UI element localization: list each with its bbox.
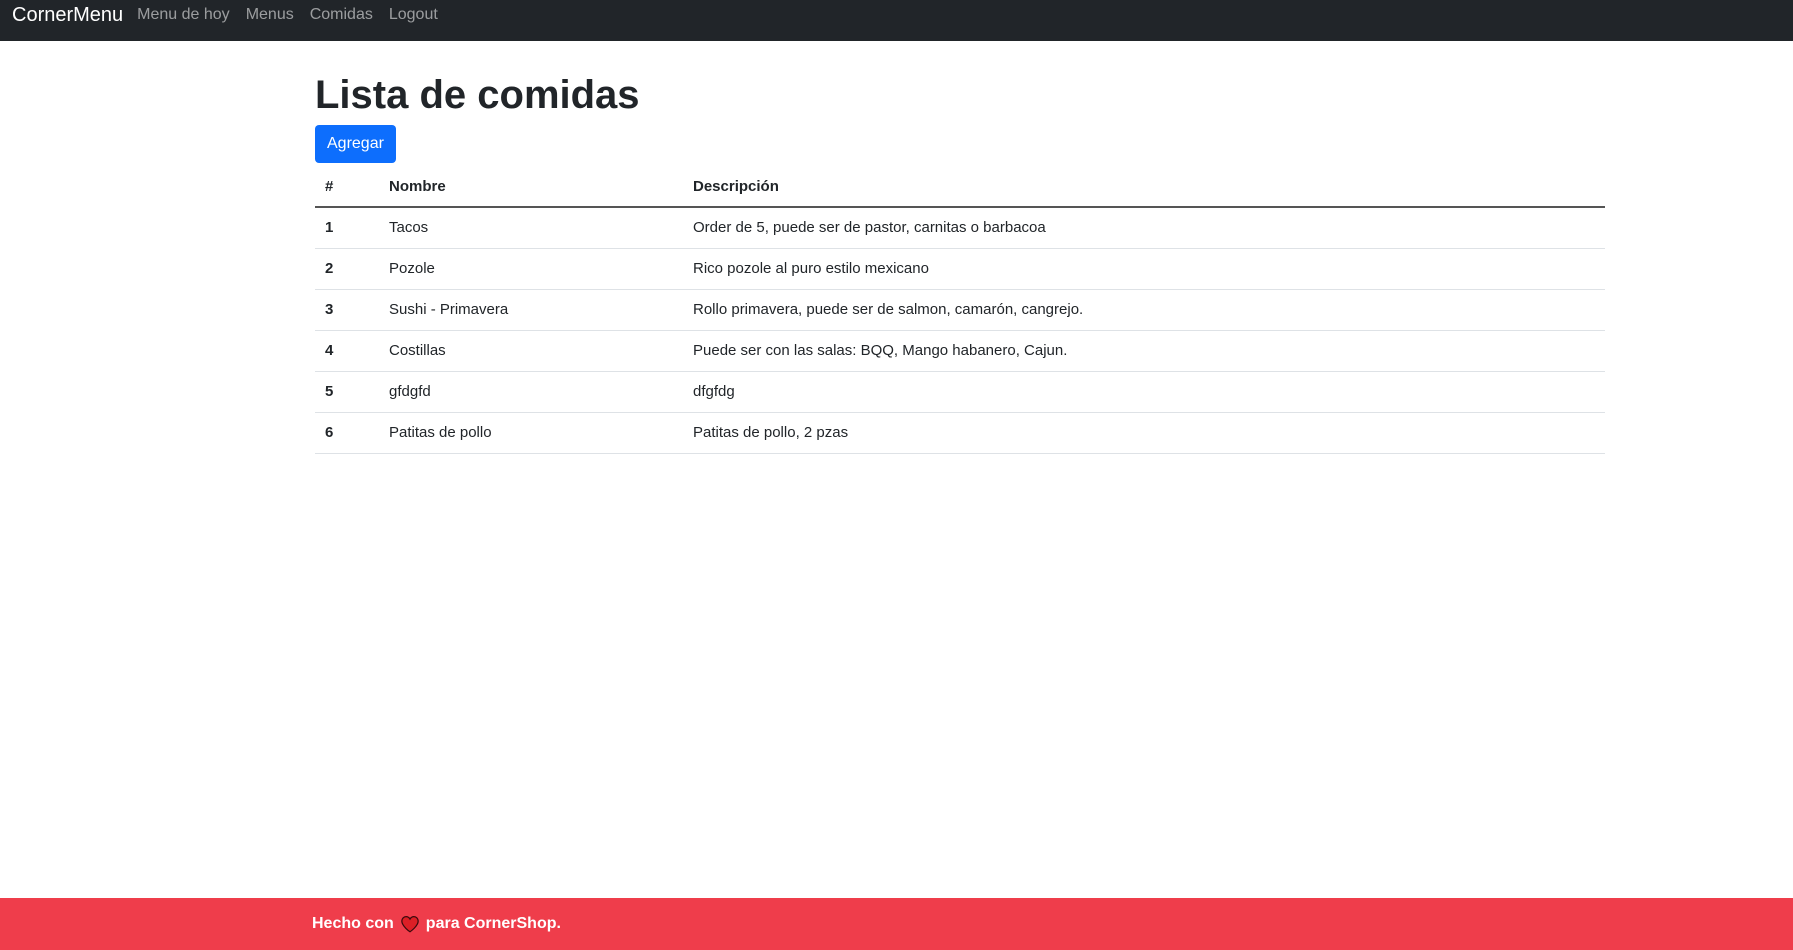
food-name: Pozole [379,248,683,290]
food-name: Patitas de pollo [379,412,683,454]
food-name: Costillas [379,330,683,372]
add-button[interactable]: Agregar [315,125,396,163]
row-number: 5 [315,371,379,413]
row-number: 1 [315,207,379,249]
top-navbar: CornerMenu Menu de hoy Menus Comidas Log… [0,0,1793,41]
food-name: gfdgfd [379,371,683,413]
food-name: Sushi - Primavera [379,289,683,331]
footer: Hecho con para CornerShop. [0,898,1793,950]
heart-icon [401,916,419,933]
main-content: Lista de comidas Agregar # Nombre Descri… [315,41,1605,454]
page-title: Lista de comidas [315,73,640,117]
row-number: 6 [315,412,379,454]
food-description: Rollo primavera, puede ser de salmon, ca… [683,289,1605,331]
row-number: 2 [315,248,379,290]
column-header-number: # [315,167,379,208]
footer-text-before: Hecho con [312,915,394,932]
foods-table: # Nombre Descripción 1 Tacos Order de 5,… [315,167,1605,454]
nav-link-comidas[interactable]: Comidas [310,5,373,25]
food-name: Tacos [379,207,683,249]
table-row: 5 gfdgfd dfgfdg [315,371,1605,413]
brand-link[interactable]: CornerMenu [12,4,123,26]
food-description: Patitas de pollo, 2 pzas [683,412,1605,454]
table-row: 2 Pozole Rico pozole al puro estilo mexi… [315,248,1605,290]
food-description: Order de 5, puede ser de pastor, carnita… [683,207,1605,249]
footer-text-after: para CornerShop. [425,915,561,932]
row-number: 3 [315,289,379,331]
food-description: dfgfdg [683,371,1605,413]
footer-text: Hecho con para CornerShop. [312,914,561,934]
table-row: 6 Patitas de pollo Patitas de pollo, 2 p… [315,412,1605,454]
row-number: 4 [315,330,379,372]
nav-links: Menu de hoy Menus Comidas Logout [137,5,454,25]
table-row: 4 Costillas Puede ser con las salas: BQQ… [315,330,1605,372]
table-row: 1 Tacos Order de 5, puede ser de pastor,… [315,207,1605,249]
nav-link-menus[interactable]: Menus [246,5,294,25]
nav-link-menu-de-hoy[interactable]: Menu de hoy [137,5,230,25]
table-header-row: # Nombre Descripción [315,167,1605,208]
food-description: Rico pozole al puro estilo mexicano [683,248,1605,290]
column-header-description: Descripción [683,167,1605,208]
column-header-name: Nombre [379,167,683,208]
table-row: 3 Sushi - Primavera Rollo primavera, pue… [315,289,1605,331]
food-description: Puede ser con las salas: BQQ, Mango haba… [683,330,1605,372]
nav-link-logout[interactable]: Logout [389,5,438,25]
